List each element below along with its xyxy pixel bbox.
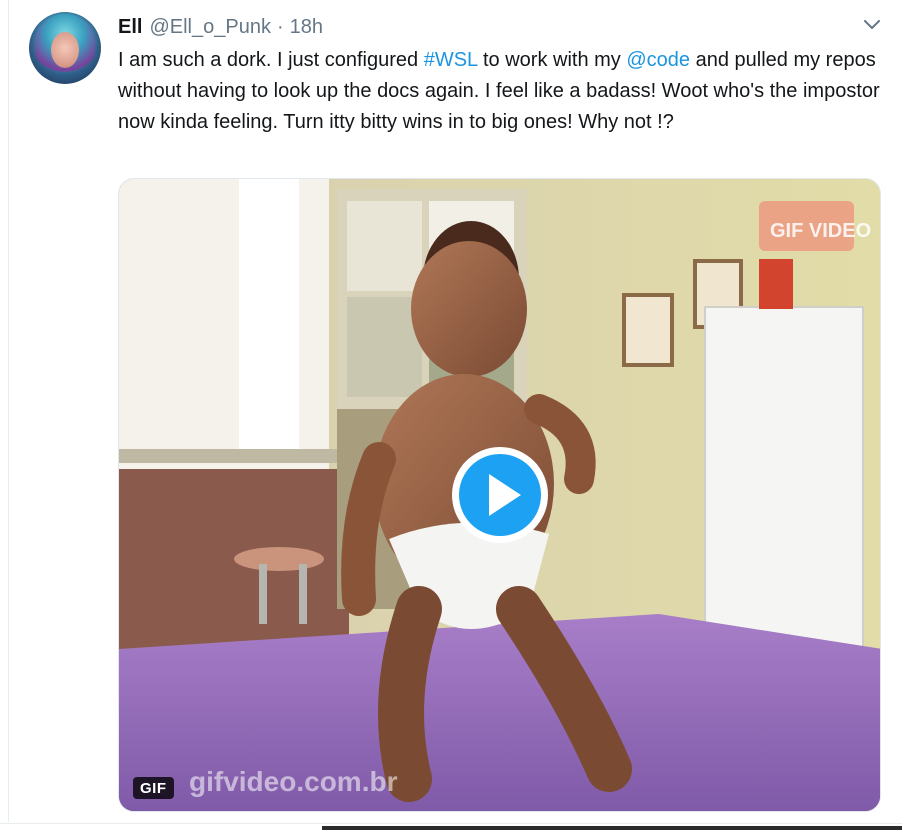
tweet-divider — [0, 823, 902, 824]
gif-media[interactable]: GIF VIDEO gifvideo.com.br GIF — [118, 178, 881, 812]
gif-badge: GIF — [133, 777, 174, 799]
tweet-text: I am such a dork. I just configured #WSL… — [118, 49, 880, 133]
tweet-header: Ell @Ell_o_Punk · 18h — [118, 13, 323, 41]
chevron-down-icon[interactable] — [860, 14, 884, 36]
tweet-page: Ell @Ell_o_Punk · 18h I am such a dork. … — [0, 0, 902, 830]
hashtag-link[interactable]: #WSL — [424, 49, 478, 71]
window-edge — [322, 826, 902, 830]
display-name[interactable]: Ell — [118, 13, 142, 41]
tweet-timestamp[interactable]: 18h — [290, 13, 323, 41]
timeline-divider — [8, 0, 9, 822]
watermark-bottom: gifvideo.com.br — [189, 766, 398, 797]
avatar[interactable] — [29, 12, 101, 84]
mention-link[interactable]: @code — [626, 49, 690, 71]
separator-dot: · — [276, 16, 284, 38]
watermark-top: GIF VIDEO — [770, 220, 871, 242]
play-icon[interactable] — [450, 445, 550, 545]
user-handle[interactable]: @Ell_o_Punk — [149, 13, 270, 41]
